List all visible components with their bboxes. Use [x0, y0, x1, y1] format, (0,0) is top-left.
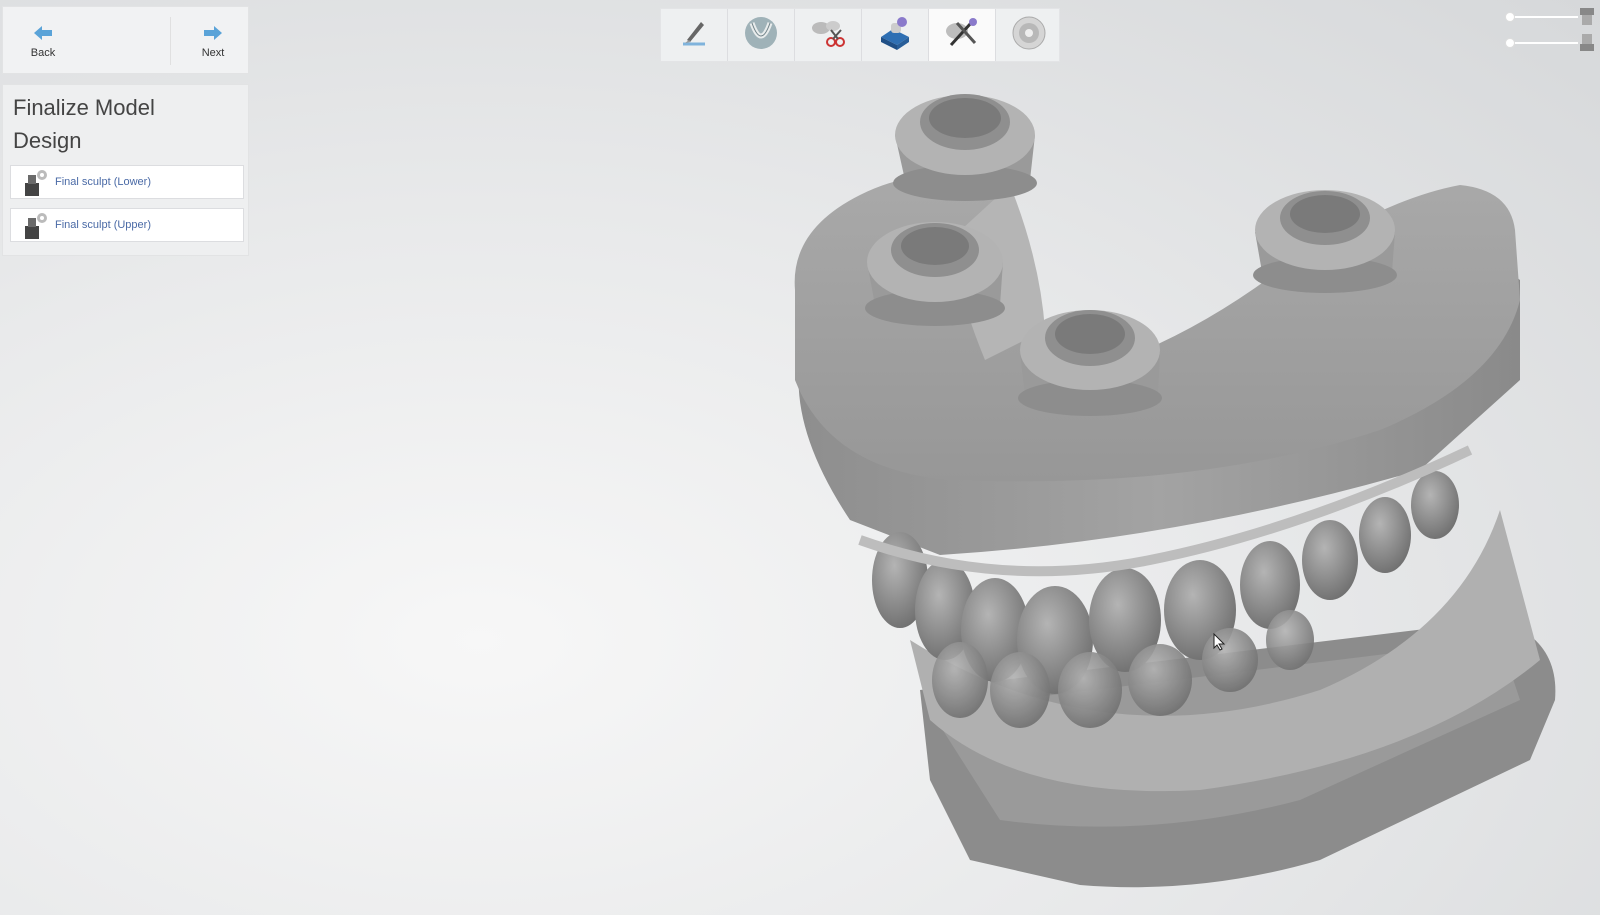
mouse-cursor-icon [1213, 632, 1226, 656]
dental-model-3d-view[interactable] [0, 0, 1600, 915]
